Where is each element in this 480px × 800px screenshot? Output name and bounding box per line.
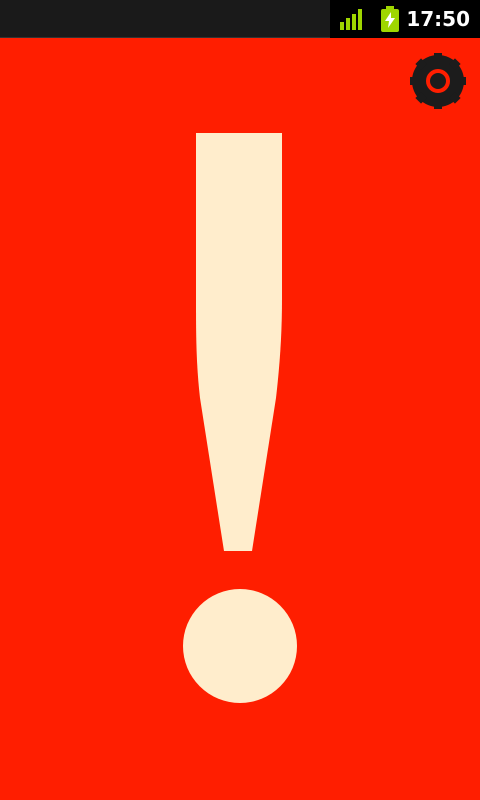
- gear-icon[interactable]: [410, 53, 466, 109]
- alert-screen: [0, 38, 480, 800]
- signal-bars-icon: [340, 9, 362, 30]
- exclamation-mark-icon: [183, 133, 297, 703]
- battery-charging-icon: [381, 6, 399, 32]
- status-bar: 17:50: [0, 0, 480, 38]
- status-clock: 17:50: [406, 7, 470, 31]
